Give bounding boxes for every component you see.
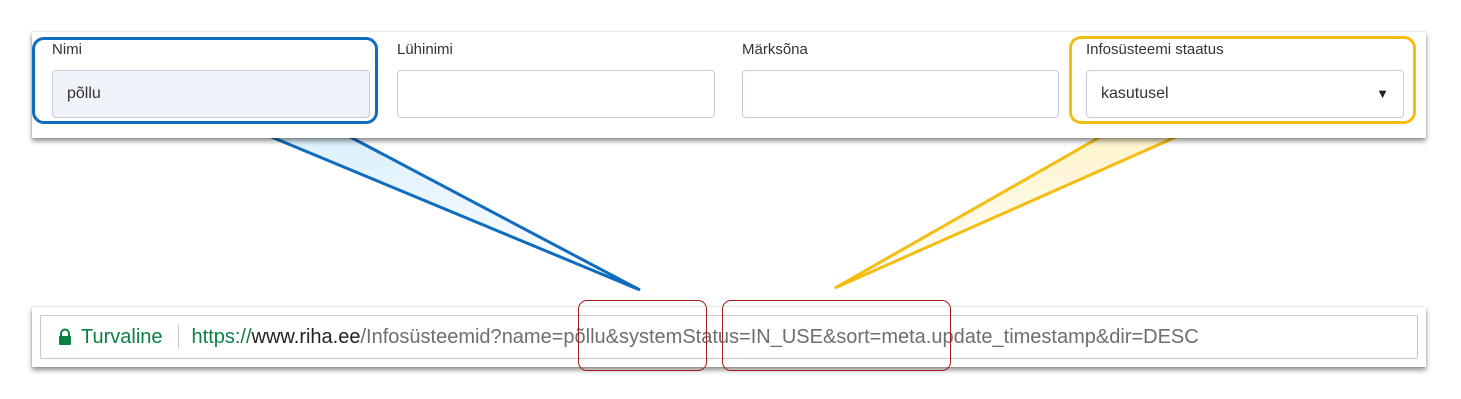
short-name-field-label: Lühinimi (397, 41, 453, 58)
url-name-param-highlight (578, 300, 707, 371)
keyword-input[interactable] (742, 70, 1059, 118)
url-status-param-highlight (722, 300, 951, 371)
url-path: /Infosüsteemid? (360, 325, 502, 348)
status-field-highlight (1069, 36, 1416, 124)
yellow-callout-wedge (834, 119, 1213, 290)
url-scheme: https:// (191, 325, 252, 348)
name-field-highlight (32, 37, 378, 124)
blue-callout-wedge (232, 119, 641, 292)
lock-icon (58, 328, 72, 346)
address-separator (177, 325, 179, 349)
url-host: www.riha.ee (251, 325, 361, 348)
keyword-field-label: Märksõna (742, 41, 808, 58)
secure-label[interactable]: Turvaline (81, 326, 163, 349)
short-name-input[interactable] (397, 70, 715, 118)
